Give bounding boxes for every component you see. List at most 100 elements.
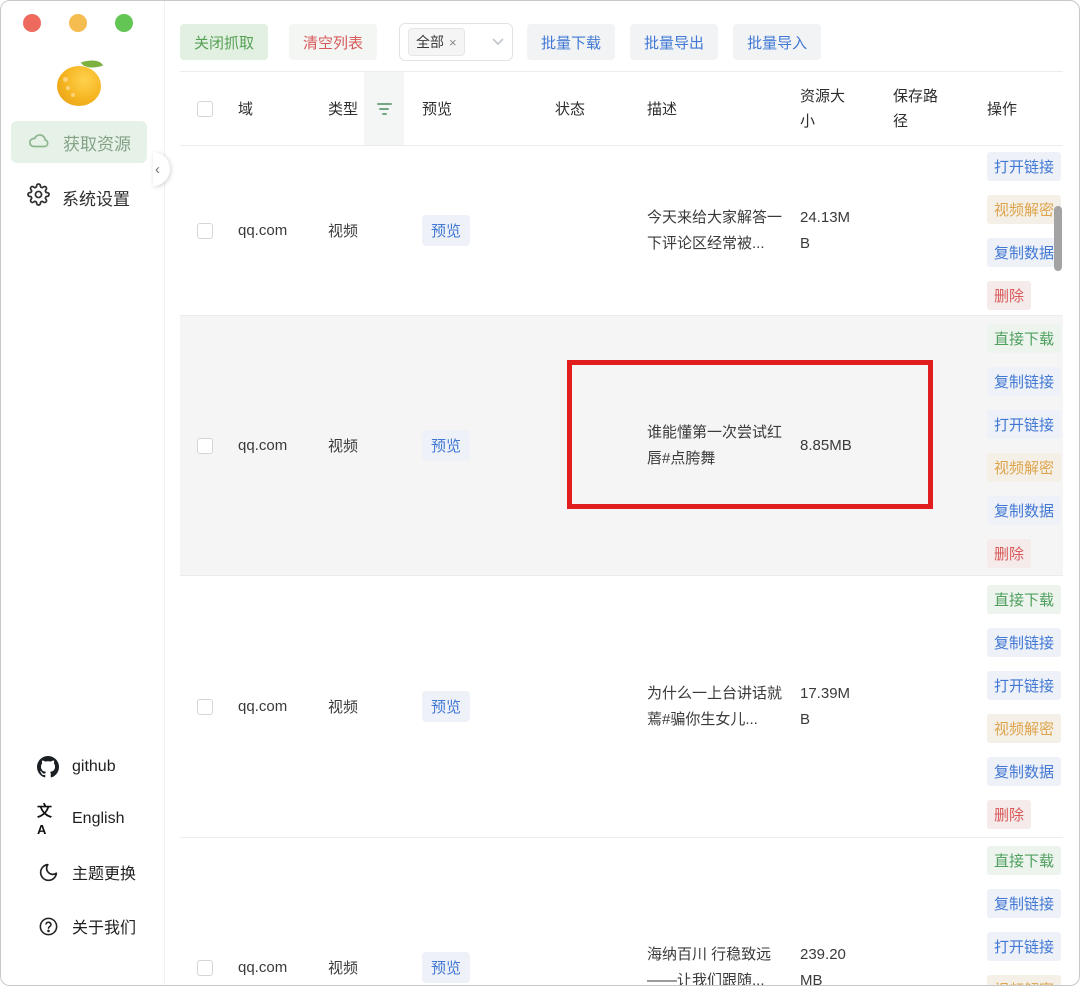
batch-download-button[interactable]: 批量下载 (527, 24, 615, 60)
select-all-checkbox[interactable] (197, 101, 213, 117)
action-button[interactable]: 复制链接 (987, 367, 1061, 396)
header-status: 状态 (537, 72, 635, 145)
header-description: 描述 (635, 72, 792, 145)
cell-domain: qq.com (238, 146, 328, 315)
filter-icon[interactable] (377, 103, 392, 115)
sidebar-item-label: English (72, 810, 124, 828)
cell-status (537, 146, 635, 315)
cell-description: 谁能懂第一次尝试红唇#点胯舞 (647, 420, 788, 472)
preview-button[interactable]: 预览 (422, 430, 470, 461)
cloud-icon (27, 128, 51, 157)
cell-description: 今天来给大家解答一下评论区经常被... (647, 205, 788, 257)
cell-filter-spacer (364, 576, 404, 837)
sidebar-item-label: github (72, 758, 116, 776)
header-size: 资源大小 (800, 84, 854, 134)
cell-type: 视频 (328, 146, 364, 315)
cell-size: 8.85MB (800, 433, 852, 459)
sidebar-item-label: 关于我们 (72, 914, 136, 938)
action-button[interactable]: 打开链接 (987, 932, 1061, 961)
cell-status (537, 576, 635, 837)
action-button[interactable]: 复制链接 (987, 889, 1061, 918)
action-button[interactable]: 直接下载 (987, 585, 1061, 614)
preview-button[interactable]: 预览 (422, 952, 470, 983)
action-button[interactable]: 复制链接 (987, 628, 1061, 657)
chevron-down-icon (492, 38, 504, 46)
row-checkbox[interactable] (197, 960, 213, 976)
preview-button[interactable]: 预览 (422, 691, 470, 722)
sidebar-item-theme-toggle[interactable]: 主题更换 (37, 858, 136, 886)
action-button[interactable]: 删除 (987, 539, 1031, 568)
translate-icon: 文A (37, 800, 59, 838)
action-button[interactable]: 复制数据 (987, 496, 1061, 525)
row-actions: 打开链接视频解密复制数据删除 (967, 146, 1063, 315)
cell-path (889, 146, 967, 315)
github-icon (37, 756, 59, 778)
cell-filter-spacer (364, 316, 404, 575)
action-button[interactable]: 打开链接 (987, 152, 1061, 181)
clear-list-button[interactable]: 清空列表 (289, 24, 377, 60)
table-body: qq.com 视频 预览 今天来给大家解答一下评论区经常被... 24.13MB… (180, 146, 1063, 986)
row-actions: 直接下载复制链接打开链接视频解密复制数据删除 (967, 576, 1063, 837)
header-preview: 预览 (404, 72, 537, 145)
sidebar-item-language[interactable]: 文A English (37, 805, 124, 833)
cell-description: 为什么一上台讲话就蔫#骗你生女儿... (647, 681, 788, 733)
cell-size: 24.13MB (800, 205, 858, 257)
sidebar-item-label: 主题更换 (72, 860, 136, 884)
action-button[interactable]: 复制数据 (987, 238, 1061, 267)
row-checkbox[interactable] (197, 223, 213, 239)
sidebar-item-github[interactable]: github (37, 753, 116, 781)
row-checkbox[interactable] (197, 438, 213, 454)
header-domain: 域 (238, 72, 328, 145)
question-icon (37, 916, 59, 937)
table-header-row: 域 类型 预览 状态 描述 资源大小 保存路径 操作 (180, 71, 1063, 146)
vertical-scrollbar-thumb[interactable] (1054, 206, 1062, 271)
sidebar-item-label: 获取资源 (63, 130, 131, 155)
cell-description: 海纳百川 行稳致远——让我们跟随... (647, 942, 788, 986)
sidebar-item-system-settings[interactable]: 系统设置 (11, 176, 147, 218)
action-button[interactable]: 打开链接 (987, 410, 1061, 439)
cell-filter-spacer (364, 838, 404, 986)
toolbar: 关闭抓取 清空列表 全部 × 批量下载 批量导出 批量导入 (180, 23, 836, 61)
sidebar: 获取资源 系统设置 github 文A English (1, 1, 164, 985)
action-button[interactable]: 打开链接 (987, 671, 1061, 700)
stop-capture-button[interactable]: 关闭抓取 (180, 24, 268, 60)
sidebar-item-about[interactable]: 关于我们 (37, 912, 136, 940)
batch-import-button[interactable]: 批量导入 (733, 24, 821, 60)
cell-path (889, 576, 967, 837)
cell-path (889, 838, 967, 986)
app-window: 获取资源 系统设置 github 文A English (0, 0, 1080, 986)
type-filter-select[interactable]: 全部 × (399, 23, 513, 61)
action-button[interactable]: 直接下载 (987, 846, 1061, 875)
cell-size: 239.20MB (800, 942, 858, 986)
app-logo-orange-icon (56, 59, 104, 107)
preview-button[interactable]: 预览 (422, 215, 470, 246)
minimize-window-button[interactable] (69, 14, 87, 32)
action-button[interactable]: 删除 (987, 281, 1031, 310)
batch-export-button[interactable]: 批量导出 (630, 24, 718, 60)
filter-tag: 全部 × (408, 28, 465, 56)
action-button[interactable]: 视频解密 (987, 195, 1061, 224)
row-checkbox[interactable] (197, 699, 213, 715)
traffic-lights (23, 14, 133, 32)
header-actions: 操作 (967, 72, 1063, 145)
table-row: qq.com 视频 预览 谁能懂第一次尝试红唇#点胯舞 8.85MB 直接下载复… (180, 316, 1063, 576)
chevron-left-icon: ‹ (155, 161, 160, 178)
zoom-window-button[interactable] (115, 14, 133, 32)
action-button[interactable]: 视频解密 (987, 453, 1061, 482)
action-button[interactable]: 视频解密 (987, 975, 1061, 986)
sidebar-item-get-resources[interactable]: 获取资源 (11, 121, 147, 163)
moon-icon (37, 862, 59, 883)
close-window-button[interactable] (23, 14, 41, 32)
cell-type: 视频 (328, 576, 364, 837)
table-row: qq.com 视频 预览 海纳百川 行稳致远——让我们跟随... 239.20M… (180, 838, 1063, 986)
action-button[interactable]: 复制数据 (987, 757, 1061, 786)
cell-status (537, 316, 635, 575)
header-type-filter[interactable] (364, 72, 404, 145)
tag-close-icon[interactable]: × (449, 35, 457, 50)
action-button[interactable]: 视频解密 (987, 714, 1061, 743)
sidebar-item-label: 系统设置 (62, 185, 130, 210)
filter-tag-label: 全部 (416, 32, 444, 52)
action-button[interactable]: 删除 (987, 800, 1031, 829)
cell-domain: qq.com (238, 838, 328, 986)
action-button[interactable]: 直接下载 (987, 324, 1061, 353)
